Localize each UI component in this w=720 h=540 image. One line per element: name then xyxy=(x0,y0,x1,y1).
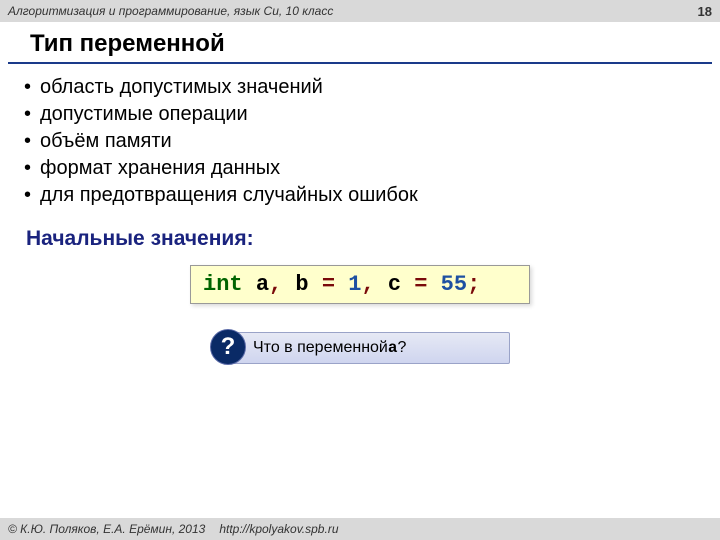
code-punct: , xyxy=(269,272,282,297)
list-item: объём памяти xyxy=(40,128,720,155)
list-item: область допустимых значений xyxy=(40,74,720,101)
code-box: int a, b = 1, c = 55; xyxy=(190,265,530,304)
footer-url: http://kpolyakov.spb.ru xyxy=(219,522,338,536)
footer-bar: © К.Ю. Поляков, Е.А. Ерёмин, 2013 http:/… xyxy=(0,518,720,540)
question-text: Что в переменной xyxy=(253,339,388,357)
subheading: Начальные значения: xyxy=(0,209,720,265)
list-item: допустимые операции xyxy=(40,101,720,128)
code-number: 55 xyxy=(441,272,467,297)
list-item: формат хранения данных xyxy=(40,155,720,182)
page-number: 18 xyxy=(698,4,712,19)
question-var: a xyxy=(388,339,398,357)
bullet-list: область допустимых значений допустимые о… xyxy=(0,74,720,209)
code-punct: , xyxy=(361,272,374,297)
question-mark-icon: ? xyxy=(210,329,246,365)
course-label: Алгоритмизация и программирование, язык … xyxy=(8,4,333,18)
code-punct: ; xyxy=(467,272,480,297)
list-item: для предотвращения случайных ошибок xyxy=(40,182,720,209)
code-var: a xyxy=(256,272,269,297)
code-punct: = xyxy=(414,272,427,297)
page-title: Тип переменной xyxy=(8,22,712,64)
question-callout: Что в переменной a ? ? xyxy=(210,332,510,370)
header-bar: Алгоритмизация и программирование, язык … xyxy=(0,0,720,22)
code-var: b xyxy=(295,272,308,297)
code-number: 1 xyxy=(348,272,361,297)
question-text-after: ? xyxy=(397,339,406,357)
code-punct: = xyxy=(322,272,335,297)
code-var: c xyxy=(388,272,401,297)
question-box: Что в переменной a ? xyxy=(228,332,510,364)
copyright: © К.Ю. Поляков, Е.А. Ерёмин, 2013 xyxy=(8,522,205,536)
code-keyword: int xyxy=(203,272,243,297)
